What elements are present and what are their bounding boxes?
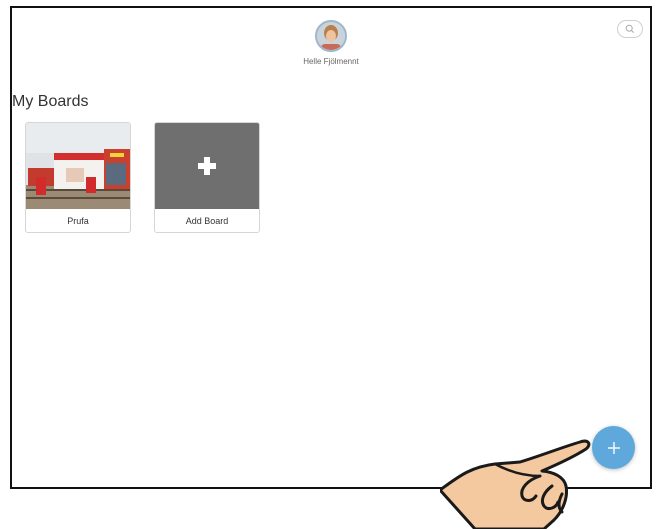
board-label: Add Board <box>185 216 229 226</box>
board-label: Prufa <box>67 216 89 226</box>
profile-header: Helle Fjölmennt <box>12 20 650 66</box>
board-card-prufa[interactable]: Prufa <box>25 122 131 233</box>
section-title: My Boards <box>12 93 89 110</box>
add-board-tile <box>155 123 259 209</box>
board-thumbnail <box>26 123 130 209</box>
avatar-photo <box>317 22 345 50</box>
app-screen: Helle Fjölmennt My Boards Prufa Add Boar… <box>10 6 652 489</box>
plus-icon <box>198 157 216 175</box>
hand-pointer-icon <box>440 439 591 529</box>
profile-name: Helle Fjölmennt <box>303 57 359 66</box>
avatar[interactable] <box>315 20 347 52</box>
plus-icon <box>607 441 620 454</box>
add-board-button[interactable]: Add Board <box>154 122 260 233</box>
